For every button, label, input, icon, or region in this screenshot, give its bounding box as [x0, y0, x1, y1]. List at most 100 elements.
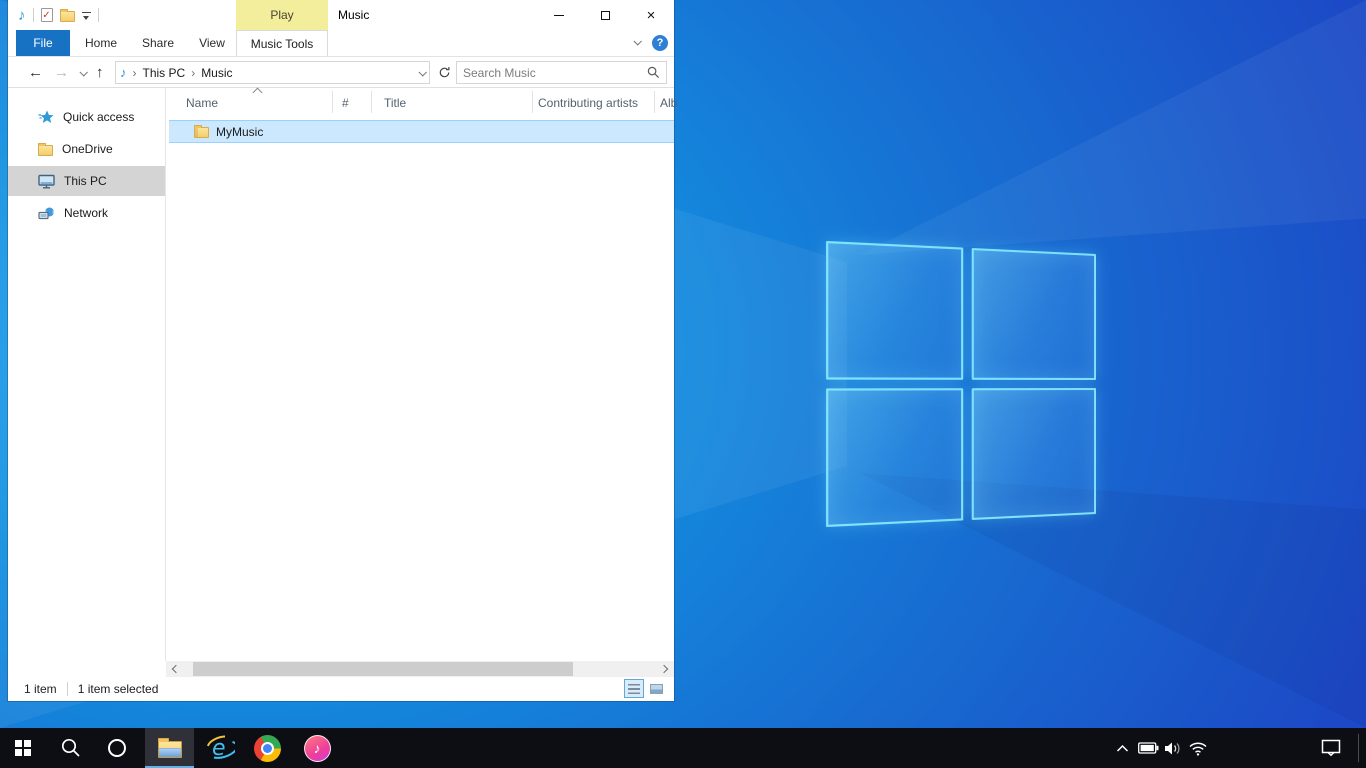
sidebar-item-label: This PC: [64, 174, 107, 188]
breadcrumb-music[interactable]: Music: [201, 66, 232, 80]
collapse-ribbon-icon[interactable]: [633, 37, 641, 45]
details-view-icon: [628, 684, 640, 694]
thumbnails-view-icon: [650, 684, 663, 694]
minimize-button[interactable]: [536, 0, 582, 30]
sort-ascending-icon: [253, 88, 263, 98]
column-divider[interactable]: [371, 91, 372, 113]
battery-status-button[interactable]: [1135, 728, 1161, 768]
breadcrumb-chevron-icon[interactable]: ›: [131, 66, 139, 80]
column-header-contributing-artists[interactable]: Contributing artists: [538, 96, 638, 110]
recent-locations-icon[interactable]: [79, 68, 87, 76]
window-title: Music: [338, 0, 369, 30]
address-dropdown-icon[interactable]: [418, 68, 426, 76]
taskbar: e ♪: [0, 728, 1366, 768]
taskbar-chrome-button[interactable]: [244, 728, 290, 768]
title-bar[interactable]: ♪ ✓ Play Music ×: [8, 0, 674, 30]
action-center-button[interactable]: [1316, 728, 1346, 768]
chevron-right-icon: [660, 665, 668, 673]
back-button[interactable]: ←: [28, 57, 43, 88]
windows-logo-pane: [972, 388, 1096, 520]
cortana-circle-icon: [106, 737, 128, 759]
file-explorer-icon: [158, 741, 182, 758]
column-divider[interactable]: [532, 91, 533, 113]
show-desktop-button[interactable]: [1358, 734, 1359, 762]
tab-home[interactable]: Home: [78, 30, 124, 56]
volume-button[interactable]: [1161, 728, 1185, 768]
properties-icon[interactable]: ✓: [41, 8, 53, 22]
maximize-button[interactable]: [582, 0, 628, 30]
action-center-icon: [1321, 739, 1341, 757]
tab-music-tools[interactable]: Music Tools: [236, 30, 328, 56]
file-row-mymusic[interactable]: MyMusic: [169, 120, 674, 143]
sidebar-item-this-pc[interactable]: This PC: [8, 166, 165, 196]
close-button[interactable]: ×: [628, 0, 674, 30]
windows-logo-pane: [826, 388, 963, 527]
column-divider[interactable]: [654, 91, 655, 113]
search-icon: [59, 736, 83, 760]
wifi-button[interactable]: [1185, 728, 1211, 768]
this-pc-monitor-icon: [38, 174, 55, 189]
internet-explorer-icon: e: [205, 733, 235, 763]
sidebar-item-label: OneDrive: [62, 142, 113, 156]
sidebar-item-quick-access[interactable]: Quick access: [8, 102, 165, 132]
new-folder-icon[interactable]: [60, 11, 75, 22]
file-list: Name # Title Contributing artists Alb My…: [166, 88, 674, 661]
quick-access-toolbar: ♪ ✓: [18, 0, 99, 30]
refresh-button[interactable]: [434, 61, 454, 84]
chevron-up-icon: [1116, 744, 1129, 753]
windows-logo-pane: [826, 241, 963, 380]
maximize-icon: [601, 11, 610, 20]
start-button[interactable]: [0, 728, 46, 768]
search-box[interactable]: [456, 61, 667, 84]
column-header-name[interactable]: Name: [186, 96, 218, 110]
scroll-right-button[interactable]: [657, 661, 674, 677]
quick-access-star-icon: [38, 109, 54, 125]
taskbar-itunes-button[interactable]: ♪: [294, 728, 340, 768]
separator: [67, 682, 68, 696]
windows-logo-pane: [972, 248, 1096, 380]
taskbar-search-button[interactable]: [48, 728, 94, 768]
breadcrumb-this-pc[interactable]: This PC: [143, 66, 186, 80]
sidebar-item-network[interactable]: Network: [8, 198, 165, 228]
up-button[interactable]: ↑: [96, 57, 104, 88]
show-hidden-icons-button[interactable]: [1112, 728, 1132, 768]
windows-logo: [826, 241, 1096, 527]
scrollbar-thumb[interactable]: [193, 662, 573, 676]
refresh-icon: [438, 66, 451, 79]
cortana-button[interactable]: [94, 728, 140, 768]
scroll-left-button[interactable]: [166, 661, 183, 677]
folder-icon: [194, 127, 209, 138]
column-divider[interactable]: [332, 91, 333, 113]
windows-start-icon: [15, 740, 31, 756]
column-headers: Name # Title Contributing artists Alb: [166, 88, 674, 118]
close-icon: ×: [647, 8, 656, 23]
tab-file[interactable]: File: [16, 30, 70, 56]
music-note-icon: ♪: [18, 8, 26, 23]
taskbar-internet-explorer-button[interactable]: e: [197, 728, 243, 768]
column-header-number[interactable]: #: [342, 96, 349, 110]
file-name: MyMusic: [216, 125, 263, 139]
search-input[interactable]: [463, 66, 647, 80]
tab-view[interactable]: View: [190, 30, 234, 56]
thumbnails-view-button[interactable]: [646, 679, 666, 698]
ribbon-tab-row: File Home Share View Music Tools ?: [8, 30, 674, 57]
horizontal-scrollbar[interactable]: [166, 661, 674, 677]
sidebar-item-onedrive[interactable]: OneDrive: [8, 134, 165, 164]
view-toggle-buttons: [624, 679, 666, 698]
customize-toolbar-dropdown-icon[interactable]: [82, 12, 91, 21]
contextual-tab-group-play[interactable]: Play: [236, 0, 328, 30]
column-header-album[interactable]: Alb: [660, 96, 677, 110]
help-button[interactable]: ?: [652, 35, 668, 51]
separator: [33, 8, 34, 22]
navigation-bar: ← → ↑ ♪ › This PC › Music: [8, 57, 674, 88]
itunes-icon: ♪: [304, 735, 331, 762]
breadcrumb-chevron-icon[interactable]: ›: [189, 66, 197, 80]
taskbar-file-explorer-button[interactable]: [145, 728, 194, 768]
chrome-icon: [254, 735, 281, 762]
forward-button[interactable]: →: [54, 57, 69, 88]
address-bar[interactable]: ♪ › This PC › Music: [115, 61, 430, 84]
tab-share[interactable]: Share: [132, 30, 184, 56]
column-header-title[interactable]: Title: [384, 96, 406, 110]
battery-icon: [1138, 742, 1159, 754]
details-view-button[interactable]: [624, 679, 644, 698]
